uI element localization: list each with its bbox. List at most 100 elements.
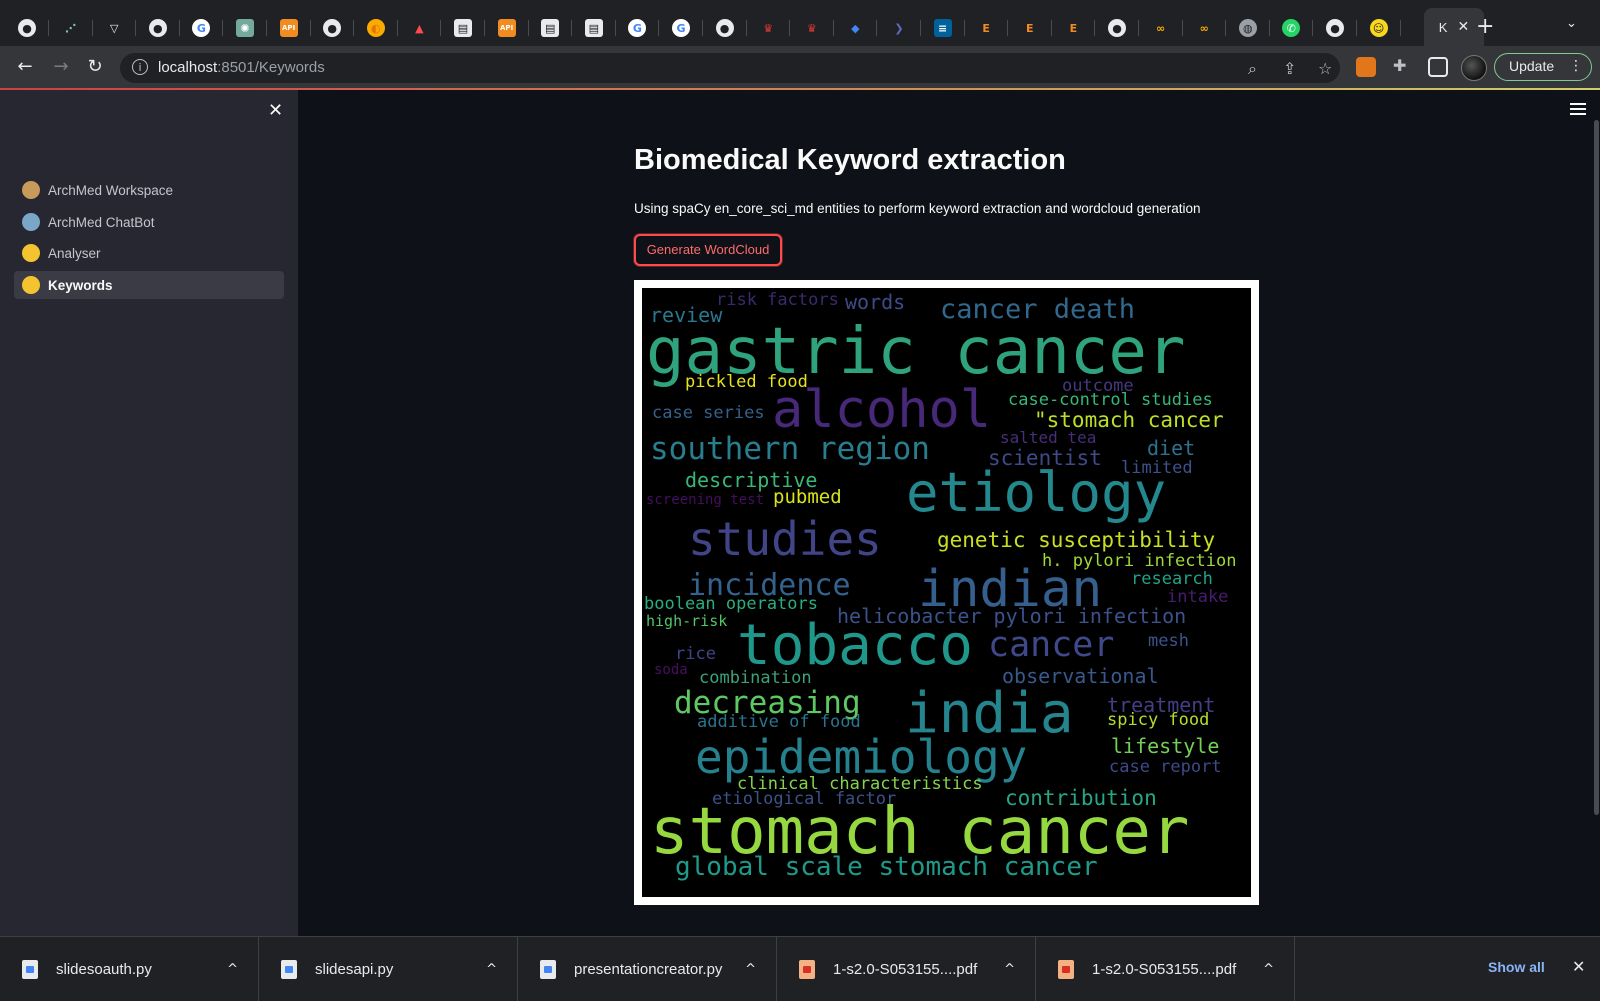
download-shelf: slidesoauth.py ^ slidesapi.py ^ presentation…: [0, 936, 1600, 1001]
download-item[interactable]: 1-s2.0-S053155....pdf ^: [1036, 937, 1295, 1001]
tab-separator: [571, 20, 573, 36]
download-item[interactable]: slidesoauth.py ^: [0, 937, 259, 1001]
browser-tab[interactable]: ◆: [838, 10, 878, 46]
sidebar-item-analyser[interactable]: Analyser: [14, 239, 284, 267]
browser-tab[interactable]: ∞: [1144, 10, 1183, 46]
streamlit-icon: ▲: [410, 19, 429, 37]
wordcloud-word: soda: [654, 662, 688, 678]
sidebar-item-label: Analyser: [48, 245, 101, 261]
sidebar-item-archmed-chatbot[interactable]: ArchMed ChatBot: [14, 208, 284, 236]
browser-tab[interactable]: ∞: [1187, 10, 1227, 46]
browser-tab[interactable]: ◍: [1231, 10, 1270, 46]
page-title: Biomedical Keyword extraction: [634, 144, 1066, 176]
browser-tab[interactable]: ●: [10, 10, 49, 46]
browser-tab[interactable]: ⋰: [54, 10, 93, 46]
profile-avatar[interactable]: [1461, 55, 1487, 81]
active-tab[interactable]: K ✕: [1424, 8, 1484, 46]
browser-tab[interactable]: ▤: [533, 10, 573, 46]
address-bar[interactable]: i localhost:8501/Keywords ⌕ ⇪ ☆: [120, 53, 1340, 83]
browser-tab[interactable]: G: [620, 10, 660, 46]
download-item[interactable]: presentationcreator.py ^: [518, 937, 777, 1001]
chevron-up-icon[interactable]: ^: [486, 962, 497, 977]
page-scrollbar[interactable]: [1594, 120, 1599, 815]
browser-tab[interactable]: ▽: [97, 10, 137, 46]
google-icon: G: [192, 19, 211, 37]
browser-tab[interactable]: ▤: [577, 10, 616, 46]
update-button[interactable]: Update ⋮: [1494, 53, 1592, 81]
e-letter-icon: E: [977, 19, 996, 37]
new-tab-button[interactable]: +: [1476, 14, 1494, 39]
download-item[interactable]: 1-s2.0-S053155....pdf ^: [777, 937, 1036, 1001]
face-icon: ☺: [1369, 19, 1388, 37]
show-all-downloads-link[interactable]: Show all: [1488, 959, 1545, 975]
browser-tab[interactable]: ♛: [795, 10, 834, 46]
browser-tab[interactable]: G: [664, 10, 703, 46]
side-panel-icon[interactable]: [1428, 57, 1448, 77]
colab-icon: ◐: [366, 19, 385, 37]
browser-tab[interactable]: ≡: [926, 10, 965, 46]
sidebar-item-archmed-workspace[interactable]: ArchMed Workspace: [14, 176, 284, 204]
sidebar: ✕ ArchMed Workspace ArchMed ChatBot Analys…: [0, 90, 298, 936]
chevron-up-icon[interactable]: ^: [227, 962, 238, 977]
crown-icon: ♛: [759, 19, 778, 37]
browser-tab[interactable]: E: [1013, 10, 1052, 46]
forward-button[interactable]: →: [48, 54, 74, 80]
browser-tab[interactable]: ❯: [882, 10, 921, 46]
extensions-puzzle-icon[interactable]: ✚: [1393, 56, 1406, 75]
browser-tab[interactable]: ✺: [228, 10, 267, 46]
metamask-extension-icon[interactable]: [1356, 57, 1376, 77]
url-host: localhost: [158, 59, 218, 76]
sidebar-item-keywords[interactable]: Keywords: [14, 271, 284, 299]
api-icon: API: [279, 19, 298, 37]
tab-separator: [1007, 20, 1009, 36]
wordcloud-word: cancer: [988, 625, 1115, 665]
site-info-icon[interactable]: i: [132, 59, 148, 75]
main-menu-icon[interactable]: [1570, 100, 1586, 118]
browser-tab[interactable]: E: [969, 10, 1009, 46]
chevron-up-icon[interactable]: ^: [1004, 962, 1015, 977]
browser-menu-icon[interactable]: ⋮: [1569, 54, 1583, 79]
graduation-cap-icon: ◆: [846, 19, 865, 37]
browser-tab[interactable]: ◐: [359, 10, 398, 46]
download-filename: slidesoauth.py: [56, 960, 152, 978]
browser-tab[interactable]: ▤: [446, 10, 485, 46]
tab-search-chevron-icon[interactable]: ⌄: [1566, 16, 1577, 31]
github-icon: ●: [715, 19, 734, 37]
zoom-icon[interactable]: ⌕: [1248, 59, 1257, 79]
url-text[interactable]: localhost:8501/Keywords: [158, 59, 325, 76]
browser-tab[interactable]: ▲: [402, 10, 442, 46]
chevron-up-icon[interactable]: ^: [745, 962, 756, 977]
tab-separator: [1225, 20, 1227, 36]
generate-wordcloud-button[interactable]: Generate WordCloud: [634, 234, 782, 266]
tab-separator: [484, 20, 485, 36]
browser-tab[interactable]: ♛: [751, 10, 791, 46]
browser-tab[interactable]: API: [272, 10, 311, 46]
browser-tab[interactable]: ●: [315, 10, 355, 46]
vercel-icon: ▽: [105, 19, 124, 37]
page-emoji-icon: [22, 213, 40, 231]
google-icon: G: [628, 19, 647, 37]
browser-tab[interactable]: API: [490, 10, 529, 46]
browser-tab[interactable]: ●: [141, 10, 180, 46]
tab-separator: [1181, 20, 1183, 36]
bookmark-star-icon[interactable]: ☆: [1318, 59, 1332, 78]
share-icon[interactable]: ⇪: [1283, 59, 1296, 78]
tab-separator: [658, 20, 660, 36]
chevron-up-icon[interactable]: ^: [1263, 962, 1274, 977]
reload-button[interactable]: ↻: [82, 54, 108, 80]
browser-tab[interactable]: E: [1056, 10, 1096, 46]
download-item[interactable]: slidesapi.py ^: [259, 937, 518, 1001]
browser-tab[interactable]: ●: [708, 10, 747, 46]
close-tab-icon[interactable]: ✕: [1457, 19, 1469, 35]
browser-tab[interactable]: ●: [1318, 10, 1357, 46]
globe-icon: ◍: [1238, 19, 1257, 37]
browser-tab[interactable]: ●: [1100, 10, 1139, 46]
browser-tab[interactable]: ✆: [1274, 10, 1314, 46]
github-icon: ●: [1108, 19, 1126, 37]
close-sidebar-icon[interactable]: ✕: [268, 100, 283, 121]
github-icon: ●: [148, 19, 167, 37]
browser-tab[interactable]: G: [184, 10, 224, 46]
close-download-shelf-icon[interactable]: ✕: [1572, 957, 1585, 976]
browser-tab[interactable]: ☺: [1362, 10, 1401, 46]
back-button[interactable]: ←: [12, 54, 38, 80]
